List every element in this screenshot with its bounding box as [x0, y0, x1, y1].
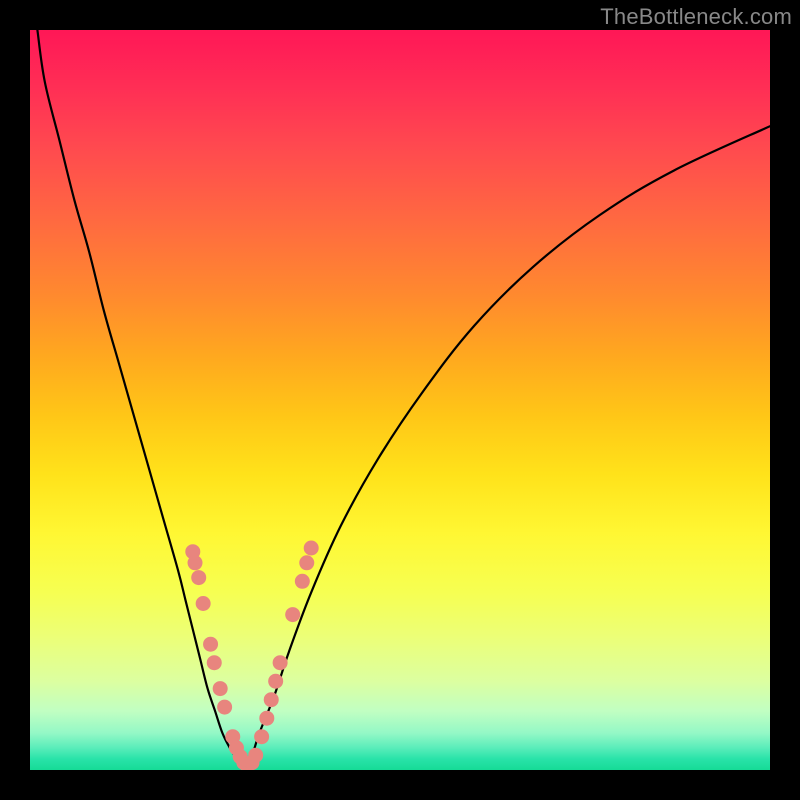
data-marker: [213, 681, 228, 696]
data-marker: [191, 570, 206, 585]
curve-markers: [185, 541, 318, 771]
curve-svg: [30, 30, 770, 770]
data-marker: [285, 607, 300, 622]
data-marker: [299, 555, 314, 570]
data-marker: [248, 748, 263, 763]
data-marker: [264, 692, 279, 707]
data-marker: [273, 655, 288, 670]
data-marker: [259, 711, 274, 726]
data-marker: [196, 596, 211, 611]
data-marker: [207, 655, 222, 670]
data-marker: [304, 541, 319, 556]
watermark-text: TheBottleneck.com: [600, 4, 792, 30]
data-marker: [188, 555, 203, 570]
data-marker: [295, 574, 310, 589]
data-marker: [254, 729, 269, 744]
data-marker: [217, 700, 232, 715]
data-marker: [203, 637, 218, 652]
curve-right-branch: [245, 126, 770, 766]
data-marker: [268, 674, 283, 689]
chart-frame: TheBottleneck.com: [0, 0, 800, 800]
plot-area: [30, 30, 770, 770]
